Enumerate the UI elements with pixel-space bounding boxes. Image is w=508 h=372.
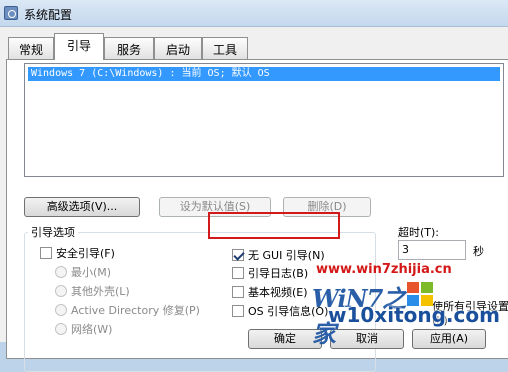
boot-os-list[interactable]: Windows 7 (C:\Windows) : 当前 OS; 默认 OS [24, 63, 504, 177]
network-label: 网络(W) [71, 323, 113, 336]
advanced-options-button[interactable]: 高级选项(V)... [24, 197, 140, 217]
base-video-checkbox[interactable]: 基本视频(E) [232, 285, 308, 301]
apply-button[interactable]: 应用(A) [412, 329, 486, 349]
boot-options-legend: 引导选项 [28, 224, 78, 240]
tab-boot[interactable]: 引导 [54, 33, 104, 60]
boot-log-box[interactable] [232, 267, 244, 279]
base-video-label: 基本视频(E) [248, 286, 308, 299]
system-config-icon [4, 6, 18, 20]
network-radio-dot[interactable] [55, 323, 67, 335]
boot-log-label: 引导日志(B) [248, 267, 309, 280]
tab-services[interactable]: 服务 [104, 37, 154, 59]
safe-boot-box[interactable] [40, 247, 52, 259]
timeout-label: 超时(T): [398, 226, 440, 239]
ad-repair-radio[interactable]: Active Directory 修复(P) [55, 303, 200, 319]
tab-general[interactable]: 常规 [8, 37, 54, 59]
os-boot-info-box[interactable] [232, 305, 244, 317]
title-bar[interactable]: 系统配置 [0, 0, 508, 27]
no-gui-boot-checkbox[interactable]: 无 GUI 引导(N) [232, 248, 325, 264]
timeout-unit: 秒 [473, 245, 484, 258]
minimal-label: 最小(M) [71, 266, 112, 279]
base-video-box[interactable] [232, 286, 244, 298]
safe-boot-label: 安全引导(F) [56, 247, 115, 260]
no-gui-boot-box[interactable] [232, 249, 244, 261]
ok-button[interactable]: 确定 [248, 329, 322, 349]
minimal-radio[interactable]: 最小(M) [55, 265, 111, 281]
alternate-shell-radio-dot[interactable] [55, 285, 67, 297]
alternate-shell-radio[interactable]: 其他外壳(L) [55, 284, 130, 300]
watermark-url: www.win7zhijia.cn [316, 262, 452, 277]
no-gui-highlight-box [208, 212, 340, 239]
network-radio[interactable]: 网络(W) [55, 322, 112, 338]
window-title: 系统配置 [24, 8, 73, 22]
safe-boot-checkbox[interactable]: 安全引导(F) [40, 246, 115, 262]
alternate-shell-label: 其他外壳(L) [71, 285, 130, 298]
watermark-site: w10xitong.com [328, 303, 500, 327]
minimal-radio-dot[interactable] [55, 266, 67, 278]
tab-tools[interactable]: 工具 [202, 37, 248, 59]
no-gui-boot-label: 无 GUI 引导(N) [248, 249, 325, 262]
boot-entry-row[interactable]: Windows 7 (C:\Windows) : 当前 OS; 默认 OS [28, 67, 500, 81]
timeout-input[interactable]: 3 [398, 240, 466, 260]
ad-repair-label: Active Directory 修复(P) [71, 304, 200, 317]
tab-startup[interactable]: 启动 [154, 37, 202, 59]
ad-repair-radio-dot[interactable] [55, 304, 67, 316]
boot-log-checkbox[interactable]: 引导日志(B) [232, 266, 308, 282]
